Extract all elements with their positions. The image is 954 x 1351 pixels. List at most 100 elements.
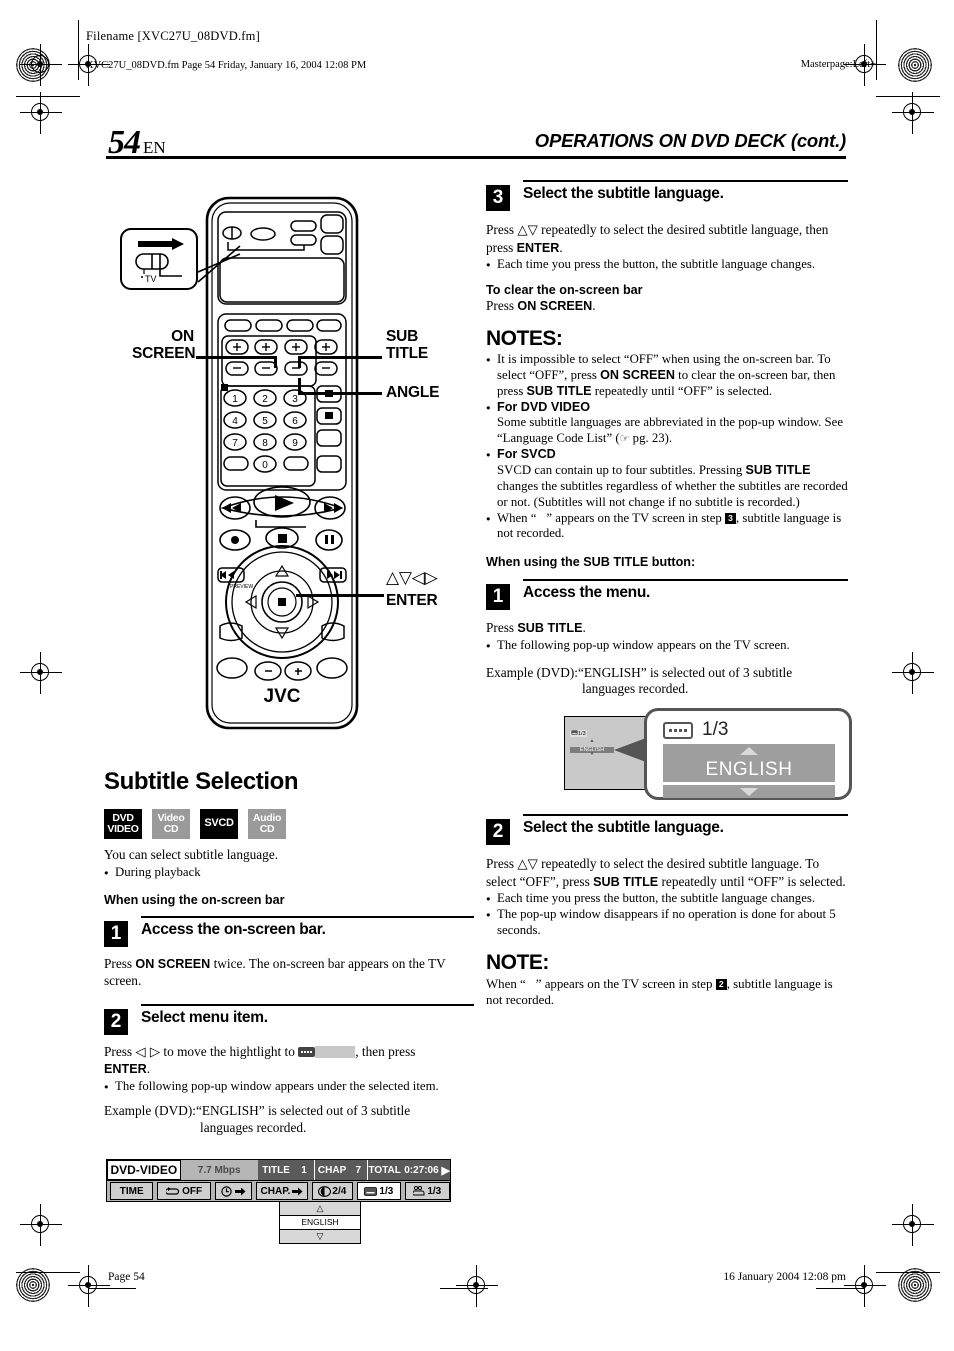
- audio-icon: [318, 1185, 332, 1197]
- leader-enter: [296, 594, 384, 597]
- clock-icon: [221, 1185, 232, 1197]
- osb-bitrate: 7.7 Mbps: [197, 1164, 241, 1176]
- osb-subtitle-value: 1/3: [379, 1185, 394, 1197]
- note3-part3: changes the subtitles regardless of whet…: [497, 478, 848, 509]
- note-item-1: It is impossible to select “OFF” when us…: [486, 352, 848, 400]
- right-step-2-body: Press △▽ repeatedly to select the desire…: [486, 856, 848, 890]
- svg-text:PREVIEW: PREVIEW: [230, 584, 253, 590]
- list-item: The pop-up window disappears if no opera…: [486, 907, 848, 939]
- osb-subtitle-button[interactable]: 1/3: [357, 1182, 401, 1200]
- tv-mini-fraction: 1/3: [570, 730, 587, 738]
- osb-clock-button[interactable]: [214, 1182, 253, 1200]
- clear-post: .: [592, 298, 596, 314]
- note-item-4: When “⃠” appears on the TV screen in ste…: [486, 511, 848, 543]
- note2-part3: pg. 23).: [629, 431, 673, 446]
- osb-play-icon: ▶: [441, 1160, 450, 1180]
- step-3-rule: [523, 180, 848, 182]
- leader-on-screen: [196, 356, 276, 359]
- osb-angle-button[interactable]: 1/3: [404, 1182, 450, 1200]
- tv-switch-callout: TV: [120, 228, 198, 290]
- note3-title: For SVCD: [497, 447, 556, 462]
- crop-line-right-bottom: [876, 1272, 940, 1273]
- zoom-popup-down-arrow[interactable]: [663, 785, 835, 799]
- left-step-2-body: Press ◁ ▷ to move the hightlight to , th…: [104, 1044, 474, 1078]
- svg-text:8: 8: [262, 438, 268, 449]
- subtitle-icon: [571, 730, 578, 735]
- note3-part1: SVCD can contain up to four subtitles. P…: [497, 462, 746, 477]
- pointing-hand-icon: ☞: [619, 432, 630, 446]
- right-step-1-bold: SUB TITLE: [517, 621, 583, 636]
- crop-line-bottom: [16, 1272, 80, 1273]
- tv-mini-popup: 1/3 ▲ ENGLISH ▼: [570, 722, 614, 757]
- osb-total-label: TOTAL: [367, 1160, 402, 1180]
- clear-on-screen-bar-body: Press ON SCREEN.: [486, 298, 848, 315]
- callout-pointer: [614, 738, 646, 763]
- right-step-2-pre: Press: [486, 856, 518, 872]
- right-step-1-rule: [523, 579, 848, 582]
- badge-audio-cd: Audio CD: [248, 809, 286, 839]
- halftone-dot-bottom-right: [898, 1268, 932, 1302]
- popup-down-arrow[interactable]: ▽: [280, 1230, 360, 1243]
- step-1-body-bold: ON SCREEN: [135, 957, 211, 972]
- osb-title-value: 1: [294, 1160, 314, 1180]
- halftone-dot-bottom-left: [16, 1268, 50, 1302]
- zoom-popup-language: ENGLISH: [663, 757, 835, 783]
- osb-time-button[interactable]: TIME: [110, 1182, 154, 1200]
- leader-sub-title-down: [298, 356, 301, 368]
- osb-repeat-button[interactable]: OFF: [157, 1182, 211, 1200]
- example-text: “ENGLISH” is selected out of 3 subtitle: [195, 1103, 411, 1119]
- right-step-2-bullets: Each time you press the button, the subt…: [486, 891, 848, 939]
- badge-audio-cd-line2: CD: [259, 822, 275, 835]
- svg-text:5: 5: [262, 416, 268, 427]
- right-step-2-bold: SUB TITLE: [593, 874, 659, 889]
- badge-dvd-video: DVD VIDEO: [104, 809, 142, 839]
- svg-text:0: 0: [262, 460, 268, 471]
- note3-sub-title: SUB TITLE: [745, 462, 811, 477]
- svg-text:7: 7: [232, 438, 238, 449]
- zoom-popup-up-arrow[interactable]: [663, 744, 835, 758]
- angle-camera-icon: [413, 1185, 425, 1195]
- zoom-popup-fraction: 1/3: [702, 719, 729, 741]
- tv-mini-up-arrow: ▲: [589, 739, 595, 745]
- right-step-1-example: Example (DVD):“ENGLISH” is selected out …: [486, 665, 848, 698]
- right-step-2-post: repeatedly until “OFF” is selected.: [658, 873, 846, 889]
- step-1-body-pre: Press: [104, 956, 136, 972]
- osb-chapter-button[interactable]: CHAP.: [256, 1182, 308, 1200]
- sub-title-label-line1: SUB: [386, 328, 419, 345]
- note-part1: When “⃠” appears on the TV screen in ste…: [486, 976, 716, 991]
- zoom-popup-header: 1/3: [663, 719, 835, 741]
- list-item: Each time you press the button, the subt…: [486, 257, 848, 273]
- tv-switch-leader-lines: [197, 245, 241, 283]
- footer-rule-left: [88, 1288, 136, 1289]
- masterpage-label: Masterpage:Left+: [800, 59, 876, 70]
- osb-language-popup: △ ENGLISH ▽: [279, 1201, 361, 1244]
- note-step-ref: 2: [715, 978, 727, 990]
- right-step-2-title: Select the subtitle language.: [523, 819, 724, 837]
- tv-popup-illustration: 1/3 ▲ ENGLISH ▼ 1/3 ENGLISH: [486, 708, 852, 801]
- note3-body: SVCD can contain up to four subtitles. P…: [497, 463, 848, 511]
- step-1-number: 1: [104, 921, 128, 948]
- remote-brand-jvc: JVC: [264, 686, 301, 707]
- registration-mark-left-mid: [20, 92, 62, 134]
- subtitle-icon: [298, 1046, 316, 1057]
- footer-rule-center: [440, 1288, 488, 1289]
- osb-audio-button[interactable]: 2/4: [311, 1182, 354, 1200]
- step-3-body-bold: ENTER: [516, 240, 560, 255]
- left-step-1: 1 Access the on-screen bar.: [104, 916, 474, 948]
- notes-heading: NOTES:: [486, 326, 563, 350]
- framemaker-path-line: XVC27U_08DVD.fm Page 54 Friday, January …: [86, 60, 367, 71]
- popup-up-arrow[interactable]: △: [280, 1202, 360, 1216]
- right-example-label: Example (DVD):: [486, 664, 578, 680]
- left-intro-bullets: During playback: [104, 865, 474, 881]
- footer-timestamp: 16 January 2004 12:08 pm: [723, 1271, 846, 1283]
- right-step-1-body: Press SUB TITLE.: [486, 620, 848, 637]
- note1-sub-title: SUB TITLE: [526, 383, 592, 398]
- highlight-swatch: [315, 1045, 356, 1058]
- osb-audio-value: 2/4: [332, 1185, 347, 1197]
- up-down-arrow-glyph: △▽: [517, 223, 538, 238]
- step-2-title: Select menu item.: [141, 1008, 268, 1026]
- note-item-2: For DVD VIDEO Some subtitle languages ar…: [486, 400, 848, 448]
- title-rule: [106, 156, 846, 159]
- on-screen-label-line1: ON: [171, 328, 194, 345]
- registration-mark-bottom-right: [844, 1265, 886, 1307]
